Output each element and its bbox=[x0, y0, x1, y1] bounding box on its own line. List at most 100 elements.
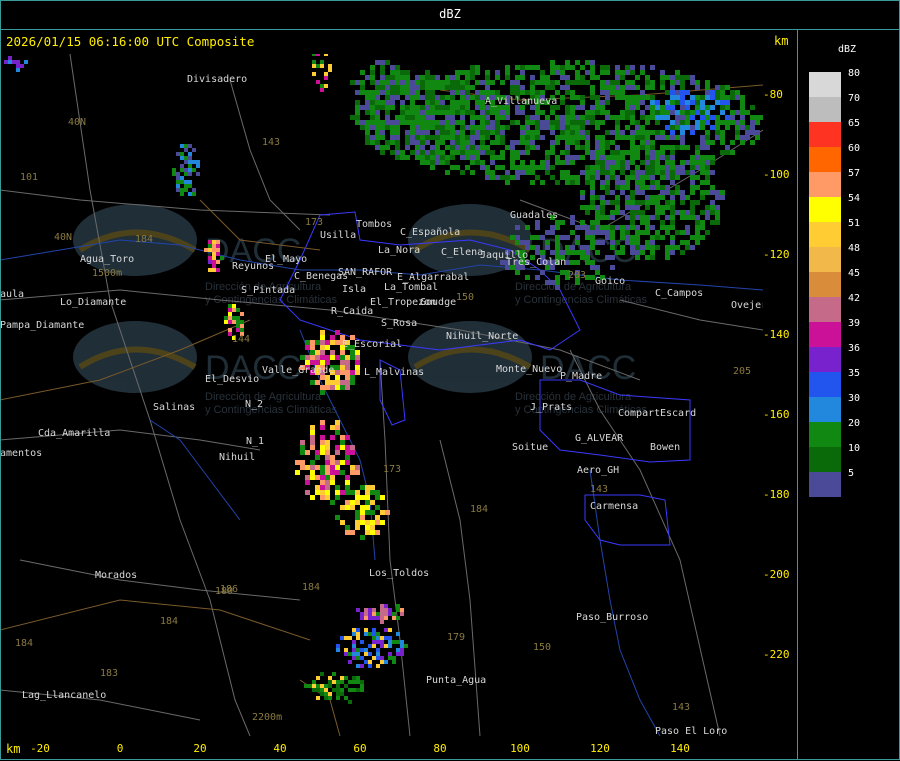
echo-pixel bbox=[515, 150, 520, 155]
echo-pixel bbox=[670, 210, 675, 215]
echo-pixel bbox=[630, 170, 635, 175]
echo-pixel bbox=[450, 145, 455, 150]
echo-pixel bbox=[580, 75, 585, 80]
echo-pixel bbox=[365, 525, 370, 530]
echo-pixel bbox=[345, 530, 350, 535]
echo-pixel bbox=[565, 135, 570, 140]
echo-pixel bbox=[340, 676, 344, 680]
echo-pixel bbox=[470, 150, 475, 155]
echo-pixel bbox=[670, 175, 675, 180]
echo-pixel bbox=[475, 155, 480, 160]
echo-pixel bbox=[745, 125, 750, 130]
echo-pixel bbox=[635, 165, 640, 170]
echo-pixel bbox=[340, 680, 344, 684]
echo-pixel bbox=[305, 355, 310, 360]
echo-pixel bbox=[725, 95, 730, 100]
echo-pixel bbox=[352, 676, 356, 680]
echo-pixel bbox=[372, 656, 376, 660]
echo-pixel bbox=[640, 70, 645, 75]
echo-pixel bbox=[655, 230, 660, 235]
echo-pixel bbox=[315, 455, 320, 460]
echo-pixel bbox=[580, 120, 585, 125]
echo-pixel bbox=[515, 110, 520, 115]
echo-pixel bbox=[535, 80, 540, 85]
echo-pixel bbox=[675, 110, 680, 115]
echo-pixel bbox=[590, 90, 595, 95]
echo-pixel bbox=[720, 140, 725, 145]
echo-pixel bbox=[695, 215, 700, 220]
echo-pixel bbox=[485, 145, 490, 150]
echo-pixel bbox=[505, 65, 510, 70]
echo-pixel bbox=[376, 664, 380, 668]
echo-pixel bbox=[360, 656, 364, 660]
echo-pixel bbox=[660, 105, 665, 110]
echo-pixel bbox=[425, 125, 430, 130]
echo-pixel bbox=[324, 48, 328, 52]
echo-pixel bbox=[640, 220, 645, 225]
echo-pixel bbox=[605, 215, 610, 220]
echo-pixel bbox=[655, 235, 660, 240]
echo-pixel bbox=[430, 100, 435, 105]
echo-pixel bbox=[490, 125, 495, 130]
echo-pixel bbox=[605, 155, 610, 160]
echo-pixel bbox=[665, 245, 670, 250]
echo-pixel bbox=[645, 175, 650, 180]
echo-pixel bbox=[595, 120, 600, 125]
echo-pixel bbox=[305, 345, 310, 350]
echo-pixel bbox=[620, 180, 625, 185]
echo-pixel bbox=[405, 105, 410, 110]
echo-pixel bbox=[675, 170, 680, 175]
echo-pixel bbox=[720, 85, 725, 90]
echo-pixel bbox=[535, 120, 540, 125]
echo-pixel bbox=[445, 130, 450, 135]
echo-pixel bbox=[620, 230, 625, 235]
echo-pixel bbox=[324, 696, 328, 700]
echo-pixel bbox=[615, 155, 620, 160]
echo-pixel bbox=[216, 248, 220, 252]
echo-pixel bbox=[625, 110, 630, 115]
echo-pixel bbox=[660, 150, 665, 155]
echo-pixel bbox=[315, 465, 320, 470]
echo-pixel bbox=[440, 135, 445, 140]
x-tick-label: 80 bbox=[433, 742, 447, 755]
echo-pixel bbox=[312, 60, 316, 64]
echo-pixel bbox=[415, 130, 420, 135]
echo-pixel bbox=[345, 525, 350, 530]
echo-pixel bbox=[590, 150, 595, 155]
echo-pixel bbox=[515, 175, 520, 180]
echo-pixel bbox=[560, 235, 565, 240]
echo-pixel bbox=[420, 150, 425, 155]
x-tick-label: 0 bbox=[116, 742, 124, 755]
echo-pixel bbox=[530, 115, 535, 120]
echo-pixel bbox=[505, 125, 510, 130]
echo-pixel bbox=[470, 125, 475, 130]
echo-pixel bbox=[695, 235, 700, 240]
echo-pixel bbox=[364, 616, 368, 620]
echo-pixel bbox=[705, 90, 710, 95]
legend-swatch bbox=[809, 372, 841, 397]
echo-pixel bbox=[236, 308, 240, 312]
echo-pixel bbox=[555, 250, 560, 255]
echo-pixel bbox=[388, 612, 392, 616]
echo-pixel bbox=[315, 450, 320, 455]
echo-pixel bbox=[585, 145, 590, 150]
radar-map[interactable]: DACC DACC DACC DACC Dirección de Agricul… bbox=[0, 0, 797, 761]
echo-pixel bbox=[615, 120, 620, 125]
echo-pixel bbox=[460, 125, 465, 130]
echo-pixel bbox=[340, 360, 345, 365]
echo-pixel bbox=[405, 95, 410, 100]
echo-pixel bbox=[690, 100, 695, 105]
place-label: Divisadero bbox=[187, 74, 247, 85]
echo-pixel bbox=[685, 100, 690, 105]
echo-pixel bbox=[324, 84, 328, 88]
echo-pixel bbox=[720, 110, 725, 115]
echo-pixel bbox=[685, 225, 690, 230]
echo-pixel bbox=[490, 170, 495, 175]
echo-pixel bbox=[540, 160, 545, 165]
echo-pixel bbox=[345, 360, 350, 365]
echo-pixel bbox=[615, 185, 620, 190]
echo-pixel bbox=[605, 235, 610, 240]
echo-pixel bbox=[675, 135, 680, 140]
echo-pixel bbox=[555, 120, 560, 125]
echo-pixel bbox=[600, 150, 605, 155]
